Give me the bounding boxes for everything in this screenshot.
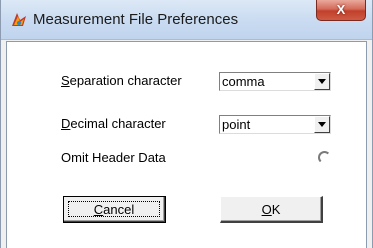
separation-character-select[interactable]: comma [219,72,331,91]
chevron-down-icon[interactable] [314,116,330,133]
ok-button[interactable]: OK [220,196,323,223]
window-title: Measurement File Preferences [33,11,239,28]
dialog-body: Separation character comma Decimal chara… [6,41,367,248]
omit-header-data-label: Omit Header Data [61,150,166,165]
close-icon: X [336,2,346,17]
chevron-down-icon[interactable] [314,73,330,90]
separation-character-value: comma [222,74,265,89]
omit-header-data-radio[interactable] [318,151,331,164]
decimal-character-label: Decimal character [61,116,166,131]
separation-character-label: Separation character [61,73,182,88]
decimal-character-select[interactable]: point [219,115,331,134]
focus-rectangle [68,201,160,217]
title-bar[interactable]: Measurement File Preferences X [1,0,372,40]
preferences-dialog: Measurement File Preferences X Separatio… [0,0,373,248]
app-icon [12,13,26,26]
cancel-button[interactable]: Cancel [63,196,166,223]
decimal-character-value: point [222,117,251,132]
close-button[interactable]: X [316,0,366,21]
